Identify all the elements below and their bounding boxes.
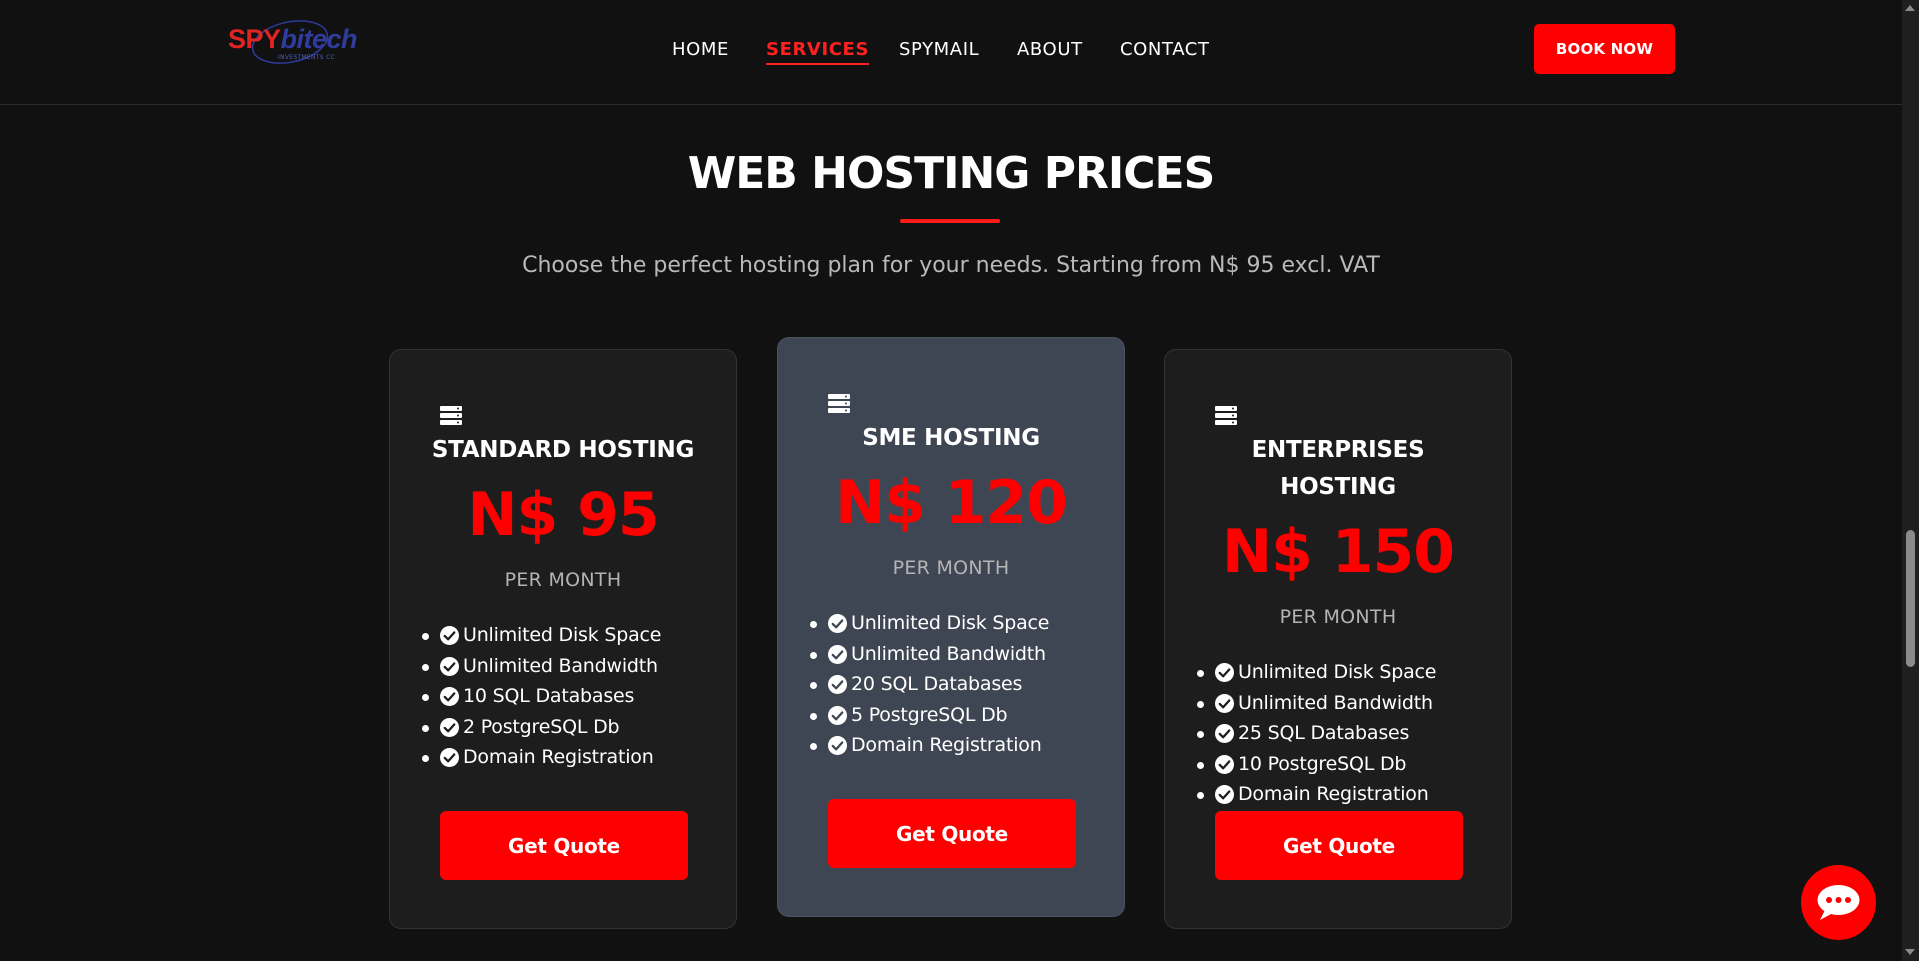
feature-item: 25 SQL Databases: [1193, 718, 1436, 749]
feature-text: Domain Registration: [463, 746, 654, 768]
bullet-dot: [810, 712, 817, 720]
check-circle-icon: [828, 705, 847, 725]
get-quote-button[interactable]: Get Quote: [440, 811, 688, 880]
bullet-dot: [1197, 670, 1204, 677]
plan-period: PER MONTH: [892, 557, 1010, 579]
bullet-dot: [810, 682, 817, 689]
section-subtitle: Choose the perfect hosting plan for your…: [522, 253, 1380, 278]
feature-text: Unlimited Bandwidth: [463, 654, 658, 677]
feature-list: Unlimited Disk Space Unlimited Bandwidth…: [806, 608, 1049, 761]
check-circle-icon: [828, 675, 847, 694]
check-circle-icon: [440, 717, 459, 737]
feature-item: Unlimited Bandwidth: [806, 639, 1049, 670]
check-circle-icon: [1215, 754, 1234, 774]
nav-services[interactable]: SERVICES: [766, 38, 870, 65]
bullet-dot: [422, 663, 429, 671]
feature-text: Unlimited Bandwidth: [851, 642, 1046, 665]
bullet-dot: [422, 633, 429, 640]
feature-text: 2 PostgreSQL Db: [463, 715, 620, 738]
bullet-dot: [810, 743, 817, 750]
bullet-dot: [1197, 731, 1204, 738]
plan-price: N$ 120: [834, 468, 1068, 538]
title-underline: [900, 219, 1000, 223]
plan-name: STANDARD HOSTING: [431, 437, 695, 463]
feature-text: Domain Registration: [1238, 783, 1429, 805]
feature-item: Unlimited Disk Space: [418, 620, 661, 651]
section-title: WEB HOSTING PRICES: [687, 148, 1216, 199]
nav-about[interactable]: ABOUT: [1017, 38, 1083, 62]
feature-item: Unlimited Bandwidth: [1193, 688, 1436, 719]
check-circle-icon: [440, 656, 459, 676]
check-circle-icon: [1215, 693, 1234, 713]
feature-item: Unlimited Disk Space: [1193, 657, 1436, 688]
scrollbar-thumb[interactable]: [1906, 530, 1915, 667]
bullet-dot: [422, 755, 429, 762]
feature-text: Unlimited Disk Space: [851, 612, 1050, 634]
nav-spymail[interactable]: SPYMAIL: [899, 38, 979, 62]
nav-home[interactable]: HOME: [672, 38, 729, 62]
nav-contact[interactable]: CONTACT: [1120, 38, 1210, 62]
check-circle-icon: [828, 614, 847, 633]
check-circle-icon: [440, 687, 459, 706]
bullet-dot: [422, 724, 429, 732]
feature-item: Unlimited Bandwidth: [418, 651, 661, 682]
feature-text: Unlimited Disk Space: [463, 624, 662, 646]
bullet-dot: [1197, 792, 1204, 799]
plan-card-enterprises: ENTERPRISES HOSTING N$ 150 PER MONTH Unli…: [1164, 349, 1512, 929]
bullet-dot: [810, 621, 817, 628]
scroll-down-arrow-icon[interactable]: [1905, 949, 1915, 955]
book-now-button[interactable]: BOOK NOW: [1534, 24, 1675, 74]
feature-text: Domain Registration: [851, 734, 1042, 756]
plan-name-line2: HOSTING: [1280, 474, 1396, 500]
feature-item: 10 SQL Databases: [418, 681, 661, 712]
feature-text: 25 SQL Databases: [1238, 722, 1410, 744]
chat-bubble-icon: [1817, 885, 1860, 920]
get-quote-button[interactable]: Get Quote: [828, 799, 1076, 868]
plan-name: SME HOSTING: [862, 425, 1040, 451]
check-circle-icon: [828, 736, 847, 755]
plan-name-line1: ENTERPRISES: [1251, 437, 1425, 463]
feature-text: Unlimited Disk Space: [1238, 661, 1437, 683]
plan-period: PER MONTH: [1279, 606, 1397, 628]
plan-card-sme: SME HOSTING N$ 120 PER MONTH Unlimited D…: [777, 337, 1125, 917]
feature-list: Unlimited Disk Space Unlimited Bandwidth…: [418, 620, 661, 773]
site-header: SPYbitech INVESTMENTS CC HOME SERVICES S…: [0, 0, 1902, 105]
bullet-dot: [422, 694, 429, 701]
bullet-dot: [1197, 700, 1204, 708]
feature-item: Domain Registration: [806, 730, 1049, 761]
feature-item: Unlimited Disk Space: [806, 608, 1049, 639]
check-circle-icon: [440, 748, 459, 767]
plan-name: ENTERPRISES HOSTING: [1185, 432, 1491, 506]
feature-item: 2 PostgreSQL Db: [418, 712, 661, 743]
bullet-dot: [810, 651, 817, 659]
bullet-dot: [1197, 761, 1204, 769]
check-circle-icon: [828, 644, 847, 664]
get-quote-button[interactable]: Get Quote: [1215, 811, 1463, 880]
check-circle-icon: [440, 626, 459, 645]
feature-item: Domain Registration: [418, 742, 661, 773]
plan-price: N$ 95: [467, 480, 659, 550]
feature-list: Unlimited Disk Space Unlimited Bandwidth…: [1193, 657, 1436, 810]
chat-button[interactable]: [1801, 865, 1876, 940]
feature-text: 5 PostgreSQL Db: [851, 703, 1008, 726]
scroll-up-arrow-icon[interactable]: [1905, 5, 1915, 11]
check-circle-icon: [1215, 785, 1234, 804]
server-icon: [828, 394, 850, 413]
feature-text: 10 PostgreSQL Db: [1238, 752, 1407, 775]
server-icon: [1215, 406, 1237, 425]
plan-period: PER MONTH: [504, 569, 622, 591]
feature-text: 20 SQL Databases: [851, 673, 1023, 695]
feature-text: Unlimited Bandwidth: [1238, 691, 1433, 714]
feature-item: 20 SQL Databases: [806, 669, 1049, 700]
feature-item: 10 PostgreSQL Db: [1193, 749, 1436, 780]
plan-price: N$ 150: [1221, 517, 1455, 587]
plan-card-standard: STANDARD HOSTING N$ 95 PER MONTH Unlimit…: [389, 349, 737, 929]
feature-text: 10 SQL Databases: [463, 685, 635, 707]
check-circle-icon: [1215, 663, 1234, 682]
server-icon: [440, 406, 462, 425]
feature-item: Domain Registration: [1193, 779, 1436, 810]
page-scrollbar[interactable]: [1902, 0, 1919, 961]
check-circle-icon: [1215, 724, 1234, 743]
feature-item: 5 PostgreSQL Db: [806, 700, 1049, 731]
